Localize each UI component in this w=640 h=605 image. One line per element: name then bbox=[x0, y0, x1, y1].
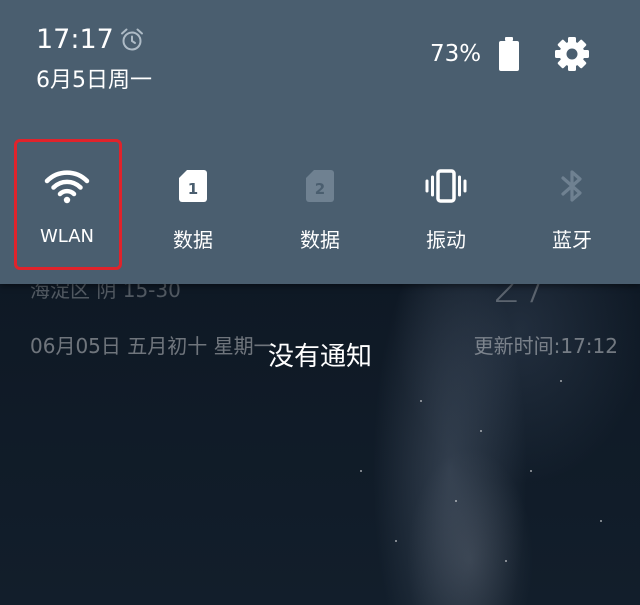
tile-wlan[interactable]: WLAN bbox=[12, 150, 122, 265]
empty-notifications-text: 没有通知 bbox=[267, 342, 372, 372]
star bbox=[395, 540, 397, 542]
star bbox=[455, 500, 457, 502]
tile-label: 数据 bbox=[300, 228, 340, 252]
quick-settings-panel: 17:17 6月5日周一 73% WLAN 1 数据 2 数据 振动 蓝牙 bbox=[0, 0, 640, 284]
tile-label: WLAN bbox=[39, 226, 95, 247]
wifi-icon bbox=[44, 170, 90, 204]
tile-label: 蓝牙 bbox=[552, 228, 592, 252]
tile-label: 振动 bbox=[426, 228, 466, 252]
star bbox=[530, 470, 532, 472]
alarm-clock-icon bbox=[121, 28, 143, 51]
vibrate-icon bbox=[425, 169, 467, 203]
star bbox=[600, 520, 602, 522]
star bbox=[505, 560, 507, 562]
sim-1-icon: 1 bbox=[179, 170, 207, 202]
gear-icon[interactable] bbox=[551, 33, 593, 75]
tile-label: 数据 bbox=[173, 228, 213, 252]
battery-percent: 73% bbox=[430, 41, 482, 67]
date-text[interactable]: 6月5日周一 bbox=[36, 62, 152, 94]
star bbox=[480, 430, 482, 432]
battery-icon bbox=[499, 37, 519, 71]
tile-vibrate[interactable]: 振动 bbox=[391, 150, 501, 265]
star bbox=[560, 380, 562, 382]
clock-time[interactable]: 17:17 bbox=[36, 24, 114, 55]
svg-text:1: 1 bbox=[188, 180, 198, 198]
star bbox=[360, 470, 362, 472]
tile-bluetooth[interactable]: 蓝牙 bbox=[517, 150, 627, 265]
svg-text:2: 2 bbox=[315, 180, 325, 198]
tile-data-sim1[interactable]: 1 数据 bbox=[138, 150, 248, 265]
bluetooth-icon bbox=[561, 170, 582, 202]
sim-2-icon: 2 bbox=[306, 170, 334, 202]
star bbox=[420, 400, 422, 402]
tile-data-sim2[interactable]: 2 数据 bbox=[265, 150, 375, 265]
